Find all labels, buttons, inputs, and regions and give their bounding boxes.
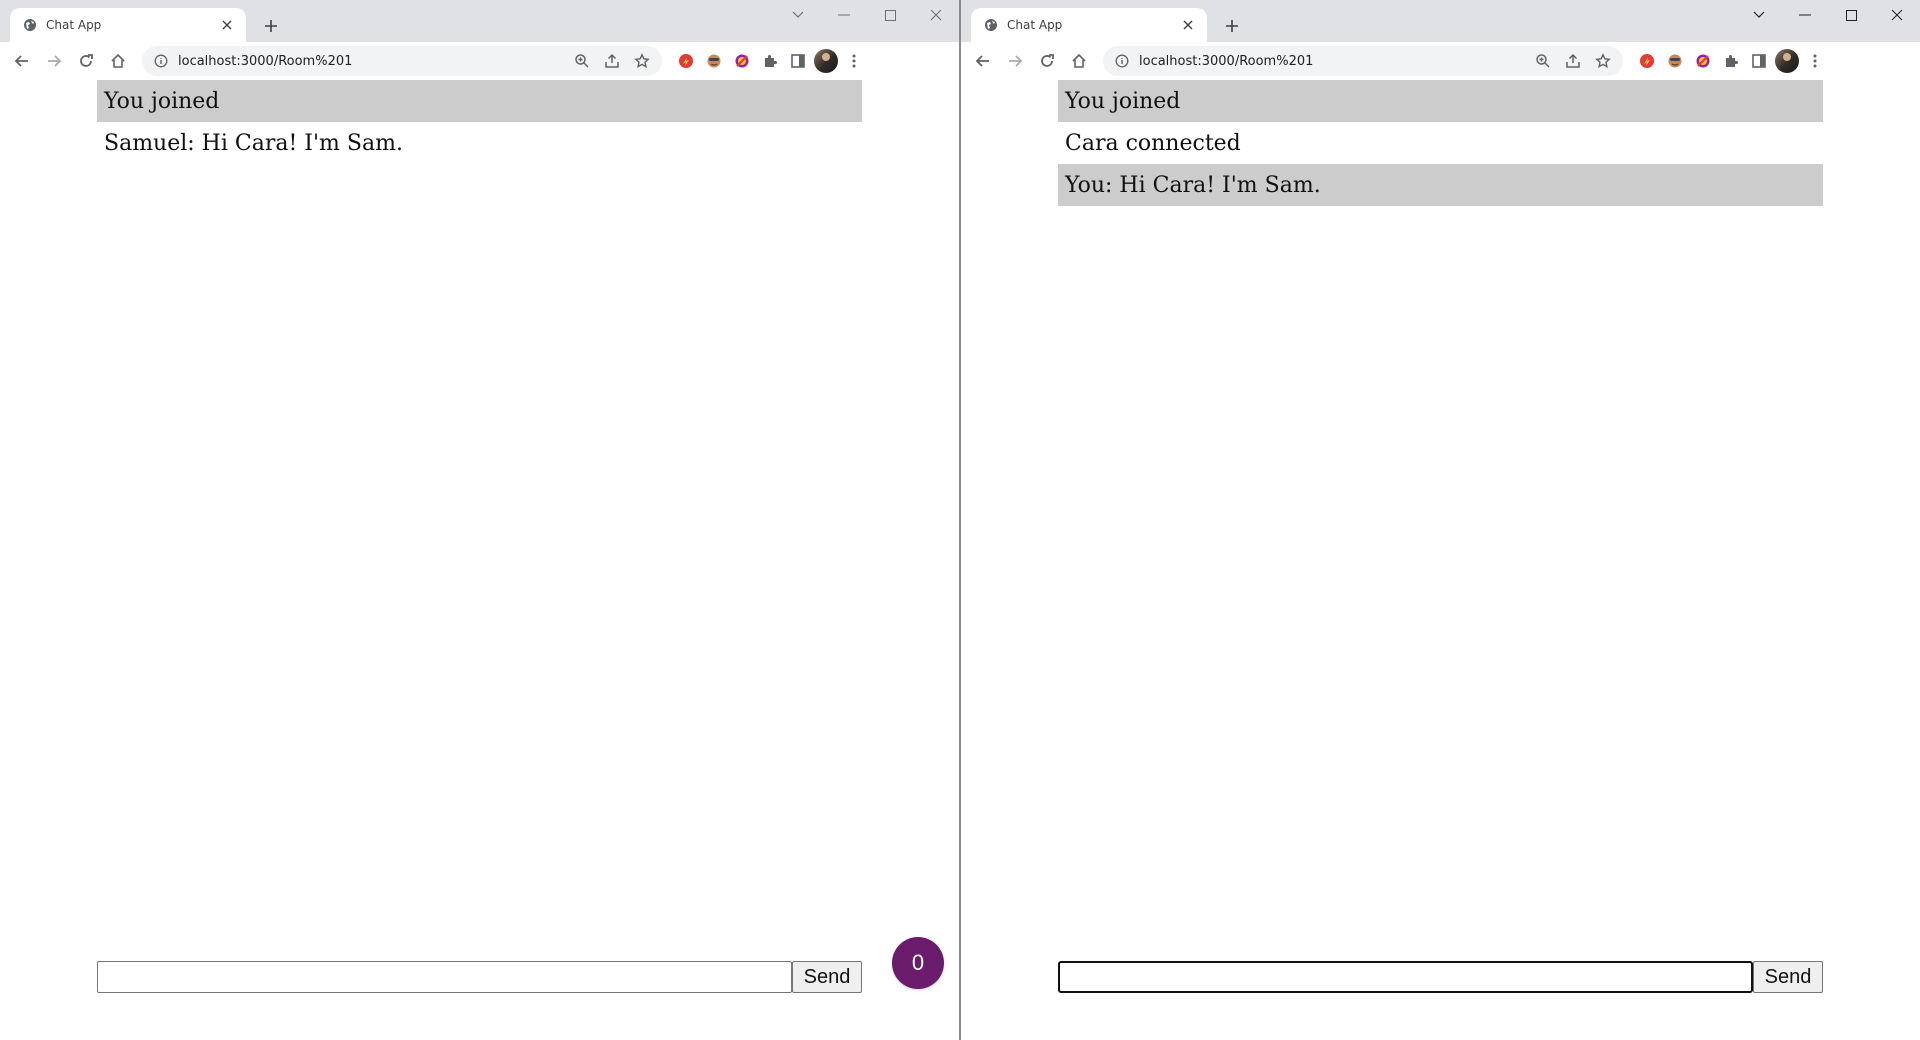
chevron-down-icon[interactable] xyxy=(775,0,821,30)
left-browser-window: Chat App localhost:3000/Room%201 You joi… xyxy=(0,0,960,1040)
tab-title: Chat App xyxy=(1007,18,1063,32)
tab-title: Chat App xyxy=(46,18,102,32)
message-list: You joined Samuel: Hi Cara! I'm Sam. xyxy=(97,80,862,164)
star-icon[interactable] xyxy=(628,47,656,75)
tab-strip: Chat App xyxy=(961,0,1920,42)
back-arrow-icon[interactable] xyxy=(6,45,38,77)
globe-icon xyxy=(983,18,998,33)
side-panel-icon[interactable] xyxy=(1745,47,1773,75)
address-actions xyxy=(568,47,656,75)
address-actions xyxy=(1529,47,1617,75)
address-bar[interactable]: localhost:3000/Room%201 xyxy=(142,46,662,76)
blocked-extension-icon[interactable] xyxy=(728,47,756,75)
message-list: You joined Cara connected You: Hi Cara! … xyxy=(1058,80,1823,206)
address-url: localhost:3000/Room%201 xyxy=(178,53,353,69)
share-icon[interactable] xyxy=(598,47,626,75)
browser-tab[interactable]: Chat App xyxy=(971,8,1207,42)
puzzle-icon[interactable] xyxy=(756,47,784,75)
close-window-icon[interactable] xyxy=(913,0,959,30)
forward-arrow-icon[interactable] xyxy=(999,45,1031,77)
face-extension-icon[interactable] xyxy=(1661,47,1689,75)
desktop-screen: Chat App localhost:3000/Room%201 You joi… xyxy=(0,0,1920,1040)
minimize-icon[interactable] xyxy=(1782,0,1828,30)
compose-form: Send xyxy=(97,961,862,993)
chevron-down-icon[interactable] xyxy=(1736,0,1782,30)
globe-icon xyxy=(22,18,37,33)
avatar[interactable] xyxy=(1773,47,1801,75)
browser-toolbar: localhost:3000/Room%201 xyxy=(0,42,959,81)
info-icon[interactable] xyxy=(152,52,170,70)
red-extension-icon[interactable] xyxy=(1633,47,1661,75)
blocked-extension-icon[interactable] xyxy=(1689,47,1717,75)
extension-icons xyxy=(672,47,868,75)
plus-icon[interactable] xyxy=(258,13,284,39)
side-panel-icon[interactable] xyxy=(784,47,812,75)
red-extension-icon[interactable] xyxy=(672,47,700,75)
maximize-icon[interactable] xyxy=(1828,0,1874,30)
home-icon[interactable] xyxy=(1063,45,1095,77)
address-bar[interactable]: localhost:3000/Room%201 xyxy=(1103,46,1623,76)
address-url: localhost:3000/Room%201 xyxy=(1139,53,1314,69)
face-extension-icon[interactable] xyxy=(700,47,728,75)
message-item: Samuel: Hi Cara! I'm Sam. xyxy=(104,130,403,156)
plus-icon[interactable] xyxy=(1219,13,1245,39)
kebab-menu-icon[interactable] xyxy=(840,47,868,75)
chat-page: You joined Samuel: Hi Cara! I'm Sam. Sen… xyxy=(0,80,959,1040)
browser-chrome: Chat App localhost:3000/Room%201 xyxy=(0,0,959,81)
close-icon[interactable] xyxy=(218,16,236,34)
zoom-icon[interactable] xyxy=(1529,47,1557,75)
reload-icon[interactable] xyxy=(1031,45,1063,77)
message-input[interactable] xyxy=(1058,961,1753,993)
close-window-icon[interactable] xyxy=(1874,0,1920,30)
forward-arrow-icon[interactable] xyxy=(38,45,70,77)
star-icon[interactable] xyxy=(1589,47,1617,75)
home-icon[interactable] xyxy=(102,45,134,77)
window-controls xyxy=(1736,0,1920,32)
message-item: You joined xyxy=(1058,80,1823,122)
send-button[interactable]: Send xyxy=(792,961,862,993)
send-button[interactable]: Send xyxy=(1753,961,1823,993)
reload-icon[interactable] xyxy=(70,45,102,77)
extension-icons xyxy=(1633,47,1829,75)
message-input[interactable] xyxy=(97,961,792,993)
kebab-menu-icon[interactable] xyxy=(1801,47,1829,75)
puzzle-icon[interactable] xyxy=(1717,47,1745,75)
message-item: You joined xyxy=(97,80,862,122)
info-icon[interactable] xyxy=(1113,52,1131,70)
window-controls xyxy=(775,0,959,32)
back-arrow-icon[interactable] xyxy=(967,45,999,77)
browser-chrome: Chat App localhost:3000/Room%201 xyxy=(961,0,1920,81)
message-item: Cara connected xyxy=(1065,130,1241,156)
avatar[interactable] xyxy=(812,47,840,75)
browser-tab[interactable]: Chat App xyxy=(10,8,246,42)
right-browser-window: Chat App localhost:3000/Room%201 You joi… xyxy=(960,0,1920,1040)
tab-strip: Chat App xyxy=(0,0,959,42)
close-icon[interactable] xyxy=(1179,16,1197,34)
maximize-icon[interactable] xyxy=(867,0,913,30)
online-count-badge: 0 xyxy=(892,937,944,989)
minimize-icon[interactable] xyxy=(821,0,867,30)
browser-toolbar: localhost:3000/Room%201 xyxy=(961,42,1920,81)
share-icon[interactable] xyxy=(1559,47,1587,75)
message-item: You: Hi Cara! I'm Sam. xyxy=(1058,164,1823,206)
compose-form: Send xyxy=(1058,961,1823,993)
zoom-icon[interactable] xyxy=(568,47,596,75)
chat-page: You joined Cara connected You: Hi Cara! … xyxy=(961,80,1920,1040)
